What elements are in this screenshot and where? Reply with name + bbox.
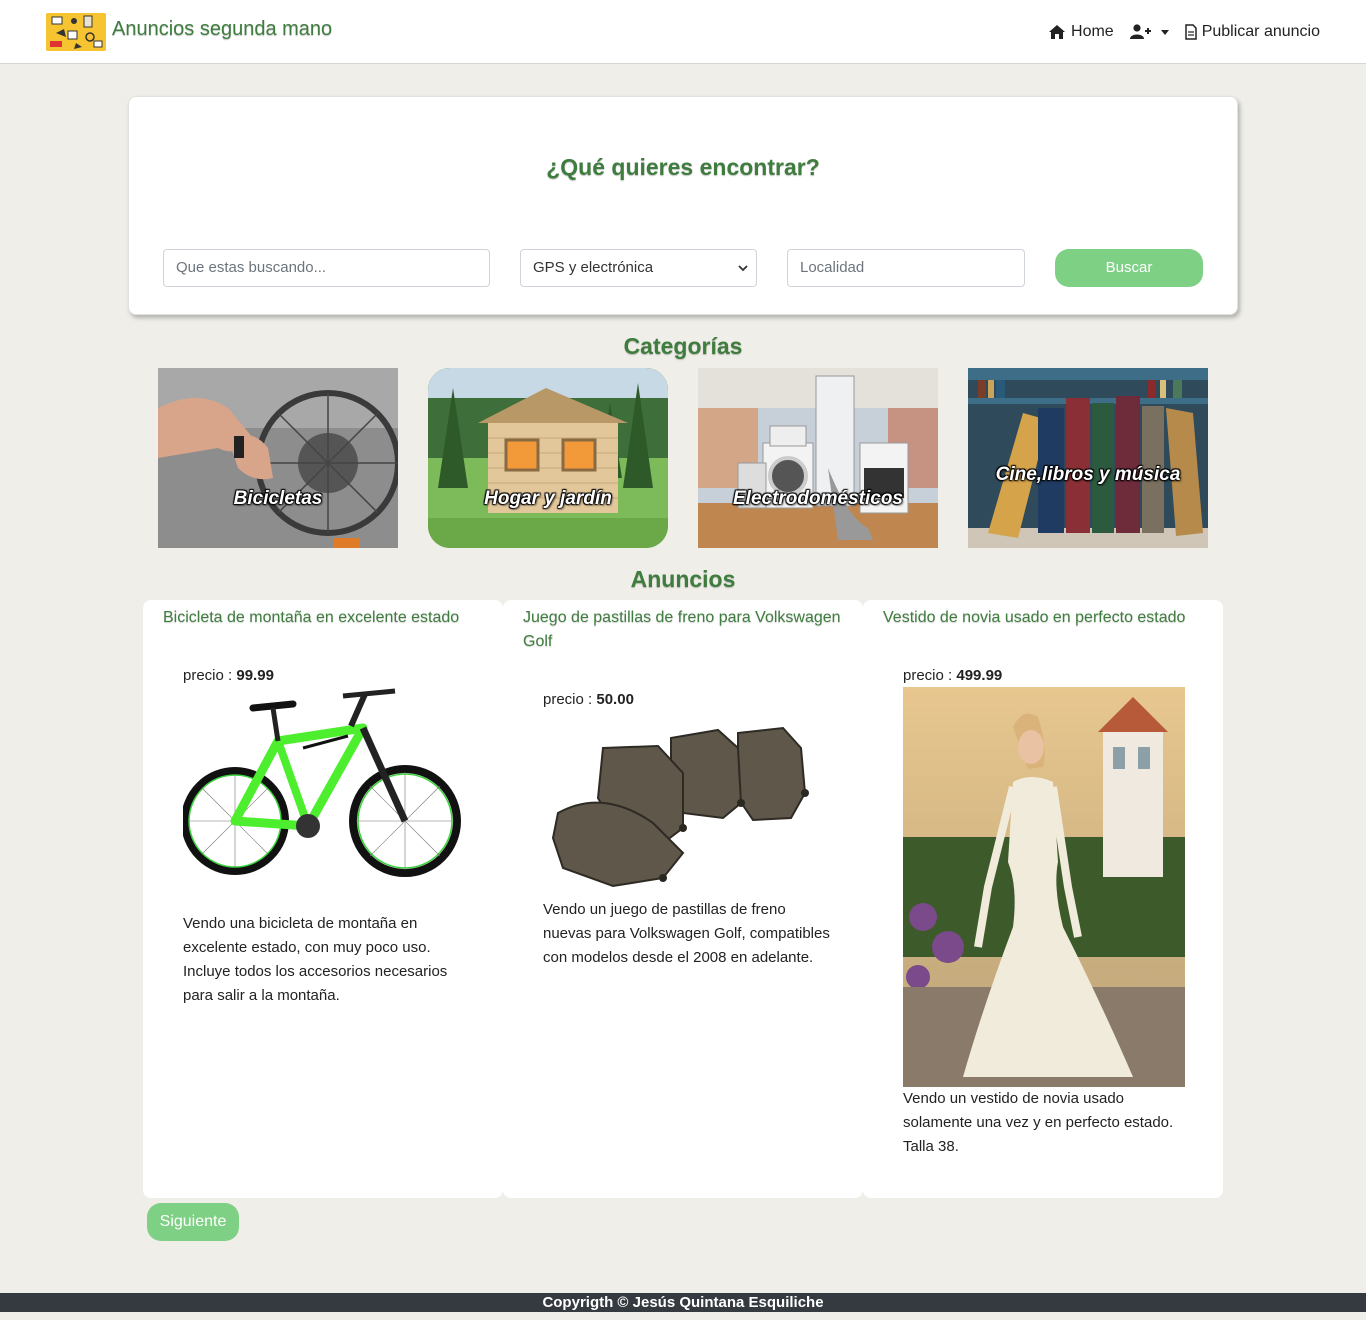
ad-image-bicycle[interactable] xyxy=(183,686,465,912)
ad-title[interactable]: Juego de pastillas de freno para Volkswa… xyxy=(523,606,843,654)
category-tile-electrodomesticos[interactable]: Electrodomésticos xyxy=(698,368,938,548)
ad-description: Vendo un juego de pastillas de freno nue… xyxy=(543,901,830,966)
category-image-electrodomesticos xyxy=(698,368,938,548)
category-label: Cine,libros y música xyxy=(995,464,1181,485)
next-button[interactable]: Siguiente xyxy=(147,1203,239,1241)
category-label: Electrodomésticos xyxy=(733,488,903,509)
ad-price-label: precio : xyxy=(183,667,233,684)
nav-publish-link[interactable]: Publicar anuncio xyxy=(1184,23,1320,41)
logo-image[interactable] xyxy=(46,13,106,51)
footer: Copyrigth © Jesús Quintana Esquiliche xyxy=(0,1293,1366,1312)
search-card: ¿Qué quieres encontrar? Que estas buscan… xyxy=(128,96,1238,315)
chevron-down-icon xyxy=(1160,29,1169,35)
ad-description: Vendo una bicicleta de montaña en excele… xyxy=(183,915,448,1004)
user-dropdown-toggle[interactable] xyxy=(1129,24,1169,40)
ad-price: precio : 499.99 xyxy=(903,667,1002,684)
brand-title[interactable]: Anuncios segunda mano xyxy=(112,18,332,41)
categories-title: Categorías xyxy=(623,333,743,359)
ad-price-value: 499.99 xyxy=(956,667,1003,684)
ad-title[interactable]: Bicicleta de montaña en excelente estado xyxy=(163,606,483,630)
ad-card: Juego de pastillas de freno para Volkswa… xyxy=(503,600,863,1198)
ad-price-value: 99.99 xyxy=(236,667,274,684)
ad-title[interactable]: Vestido de novia usado en perfecto estad… xyxy=(883,606,1203,630)
category-image-cine-libros xyxy=(968,368,1208,548)
category-label: Bicicletas xyxy=(233,488,323,509)
ad-card: Vestido de novia usado en perfecto estad… xyxy=(863,600,1223,1198)
home-icon xyxy=(1049,25,1066,39)
nav-home-link[interactable]: Home xyxy=(1048,23,1114,41)
ad-image-wedding-dress[interactable] xyxy=(903,687,1185,1087)
navbar: Anuncios segunda mano Home Publicar anun… xyxy=(0,0,1366,64)
category-select[interactable]: GPS y electrónica xyxy=(520,249,757,287)
category-tile-bicicletas[interactable]: Bicicletas xyxy=(158,368,398,548)
search-input[interactable]: Que estas buscando... xyxy=(163,249,490,287)
ad-price: precio : 50.00 xyxy=(543,691,634,708)
category-tile-cine-libros[interactable]: Cine,libros y música xyxy=(968,368,1208,548)
search-button[interactable]: Buscar xyxy=(1055,249,1203,287)
category-label: Hogar y jardín xyxy=(484,488,612,509)
nav-links: Home Publicar anuncio xyxy=(1048,21,1320,43)
ad-description: Vendo un vestido de novia usado solament… xyxy=(903,1090,1174,1155)
ad-price: precio : 99.99 xyxy=(183,667,274,684)
nav-publish-label: Publicar anuncio xyxy=(1201,23,1320,40)
ads-title: Anuncios xyxy=(630,566,736,592)
ad-price-label: precio : xyxy=(543,691,593,708)
category-tile-hogar[interactable]: Hogar y jardín xyxy=(428,368,668,548)
file-icon xyxy=(1184,24,1197,40)
ad-card: Bicicleta de montaña en excelente estado… xyxy=(143,600,503,1198)
category-select-value: GPS y electrónica xyxy=(533,259,654,276)
user-plus-icon xyxy=(1129,24,1151,39)
ad-image-brake-pads[interactable] xyxy=(543,718,823,898)
category-image-hogar xyxy=(428,368,668,548)
search-title: ¿Qué quieres encontrar? xyxy=(546,154,820,180)
category-image-bicicletas xyxy=(158,368,398,548)
chevron-down-icon xyxy=(738,265,748,272)
ad-price-label: precio : xyxy=(903,667,953,684)
nav-home-label: Home xyxy=(1071,23,1114,40)
location-input[interactable]: Localidad xyxy=(787,249,1025,287)
ad-price-value: 50.00 xyxy=(596,691,634,708)
